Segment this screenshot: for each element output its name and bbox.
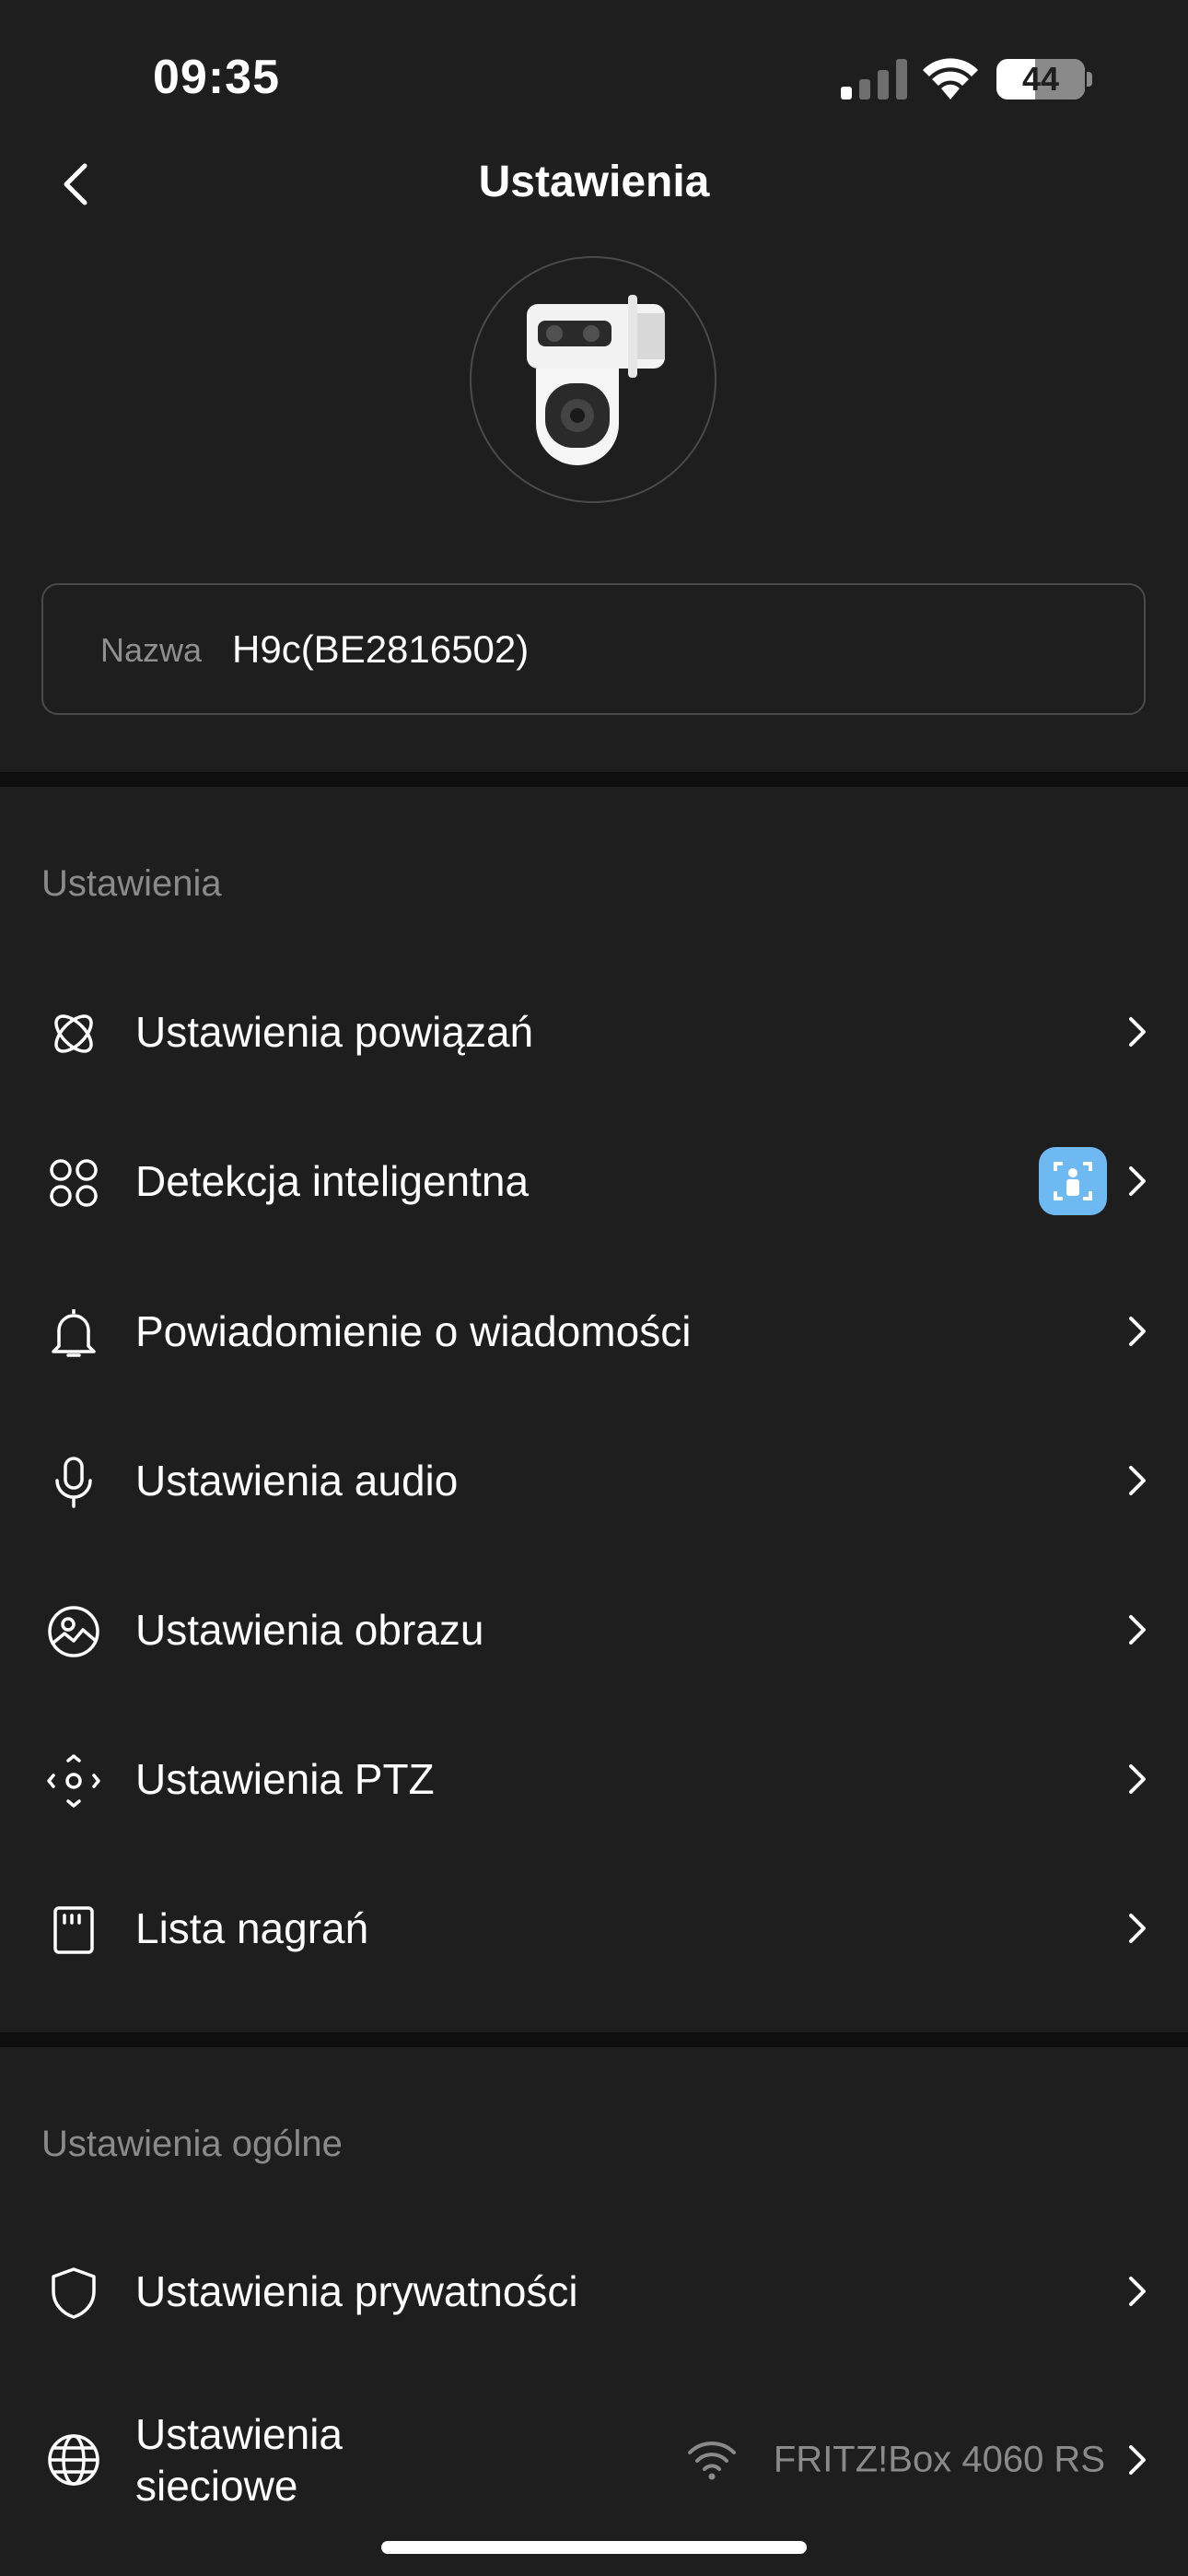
globe-icon — [48, 2434, 99, 2486]
wifi-status-icon — [923, 58, 978, 100]
settings-row-recordings[interactable]: Lista nagrań — [0, 1859, 1188, 1997]
battery-percentage: 44 — [1021, 60, 1060, 98]
chevron-right-icon — [1129, 2445, 1146, 2475]
device-name-label: Nazwa — [100, 631, 203, 669]
status-time: 09:35 — [153, 51, 280, 104]
shield-icon — [52, 2267, 96, 2319]
settings-row-label: Ustawienia sieciowe — [135, 2408, 343, 2512]
ptz-icon — [47, 1754, 100, 1808]
sd-card-icon — [53, 1906, 94, 1954]
bell-icon — [52, 1309, 96, 1357]
cellular-signal-icon — [841, 59, 907, 100]
section-divider — [0, 772, 1188, 787]
chevron-right-icon — [1129, 2277, 1146, 2306]
settings-row-label: Ustawienia prywatności — [135, 2267, 578, 2315]
device-name-value[interactable]: H9c(BE2816502) — [232, 627, 529, 672]
section-divider — [0, 2032, 1188, 2047]
chevron-right-icon — [1129, 1466, 1146, 1495]
settings-row-label-line1: Ustawienia — [135, 2410, 343, 2458]
settings-row-label: Ustawienia obrazu — [135, 1606, 484, 1654]
ai-person-badge-icon — [1039, 1147, 1107, 1215]
chevron-right-icon — [1129, 1764, 1146, 1794]
camera-image — [527, 295, 665, 465]
settings-row-label: Ustawienia audio — [135, 1457, 459, 1505]
general-row-network[interactable]: Ustawienia sieciowe FRITZ!Box 4060 RS — [0, 2391, 1188, 2529]
chevron-right-icon — [1129, 1166, 1146, 1196]
battery-indicator: 44 — [996, 59, 1085, 100]
microphone-icon — [55, 1457, 92, 1508]
nav-header: Ustawienia — [0, 138, 1188, 230]
settings-row-notifications[interactable]: Powiadomienie o wiadomości — [0, 1262, 1188, 1400]
linkage-icon — [54, 1014, 93, 1053]
settings-row-image[interactable]: Ustawienia obrazu — [0, 1561, 1188, 1699]
network-name-value: FRITZ!Box 4060 RS — [773, 2439, 1105, 2480]
image-icon — [48, 1606, 99, 1657]
device-avatar[interactable] — [470, 256, 716, 503]
chevron-right-icon — [1129, 1317, 1146, 1346]
settings-row-label: Ustawienia powiązań — [135, 1008, 534, 1056]
status-bar: 09:35 44 — [0, 0, 1188, 147]
grid-circles-icon — [50, 1159, 98, 1207]
settings-row-linkage[interactable]: Ustawienia powiązań — [0, 963, 1188, 1101]
page-title: Ustawienia — [478, 158, 710, 206]
settings-row-label: Powiadomienie o wiadomości — [135, 1307, 692, 1355]
settings-row-label: Detekcja inteligentna — [135, 1157, 530, 1205]
home-indicator — [381, 2541, 807, 2554]
settings-row-label: Ustawienia PTZ — [135, 1755, 435, 1803]
settings-row-label: Lista nagrań — [135, 1904, 369, 1952]
settings-row-label-line2: sieciowe — [135, 2462, 298, 2510]
battery-cap — [1087, 72, 1092, 87]
wifi-icon — [688, 2441, 736, 2480]
chevron-right-icon — [1129, 1615, 1146, 1645]
section-title-settings: Ustawienia — [41, 863, 222, 904]
section-title-general: Ustawienia ogólne — [41, 2124, 343, 2164]
settings-row-audio[interactable]: Ustawienia audio — [0, 1411, 1188, 1550]
device-name-field[interactable]: Nazwa H9c(BE2816502) — [41, 583, 1146, 715]
chevron-right-icon — [1129, 1017, 1146, 1047]
chevron-right-icon — [1129, 1914, 1146, 1943]
settings-row-ptz[interactable]: Ustawienia PTZ — [0, 1710, 1188, 1848]
settings-row-smart-detection[interactable]: Detekcja inteligentna — [0, 1112, 1188, 1250]
general-row-privacy[interactable]: Ustawienia prywatności — [0, 2222, 1188, 2360]
